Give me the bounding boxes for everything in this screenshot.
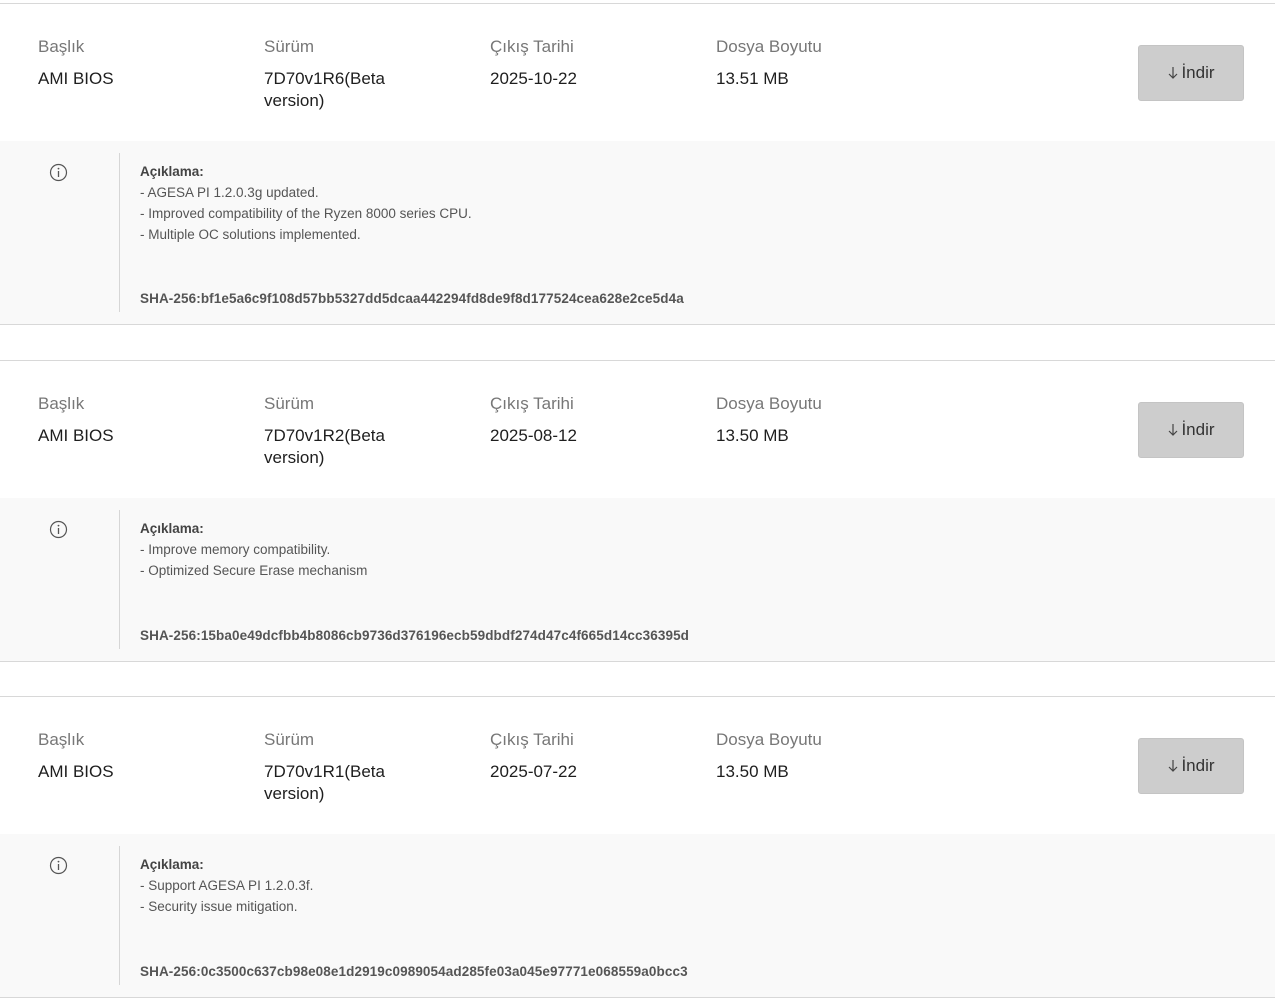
download-label: İndir bbox=[1181, 63, 1215, 82]
note-line: - Multiple OC solutions implemented. bbox=[140, 227, 361, 242]
sha-hash: SHA-256:0c3500c637cb98e08e1d2919c0989054… bbox=[140, 964, 688, 979]
entry-header: Başlık AMI BIOS Sürüm 7D70v1R2(Beta vers… bbox=[0, 361, 1275, 498]
note-line: - Improve memory compatibility. bbox=[140, 542, 331, 557]
title-label: Başlık bbox=[38, 394, 85, 413]
download-label: İndir bbox=[1181, 420, 1215, 439]
version-column: Sürüm 7D70v1R1(Beta version) bbox=[264, 729, 424, 805]
info-circle-icon bbox=[49, 856, 68, 875]
description-text: Açıklama: - AGESA PI 1.2.0.3g updated. -… bbox=[140, 161, 472, 245]
title-value: AMI BIOS bbox=[38, 426, 114, 445]
description-text: Açıklama: - Improve memory compatibility… bbox=[140, 518, 367, 581]
arrow-down-icon bbox=[1169, 67, 1178, 79]
arrow-down-icon bbox=[1169, 760, 1178, 772]
description-label: Açıklama: bbox=[140, 857, 204, 872]
file-size-label: Dosya Boyutu bbox=[716, 394, 822, 413]
version-value: 7D70v1R6(Beta version) bbox=[264, 69, 385, 110]
download-button[interactable]: İndir bbox=[1138, 45, 1244, 101]
download-label: İndir bbox=[1181, 756, 1215, 775]
note-line: - Support AGESA PI 1.2.0.3f. bbox=[140, 878, 314, 893]
file-size-label: Dosya Boyutu bbox=[716, 37, 822, 56]
version-value: 7D70v1R2(Beta version) bbox=[264, 426, 385, 467]
release-date-label: Çıkış Tarihi bbox=[490, 730, 574, 749]
sha-hash: SHA-256:bf1e5a6c9f108d57bb5327dd5dcaa442… bbox=[140, 291, 684, 306]
title-column: Başlık AMI BIOS bbox=[38, 393, 238, 447]
bios-entry: Başlık AMI BIOS Sürüm 7D70v1R1(Beta vers… bbox=[0, 696, 1275, 998]
version-column: Sürüm 7D70v1R2(Beta version) bbox=[264, 393, 424, 469]
size-column: Dosya Boyutu 13.50 MB bbox=[716, 729, 916, 783]
release-date-value: 2025-10-22 bbox=[490, 69, 577, 88]
download-button[interactable]: İndir bbox=[1138, 738, 1244, 794]
divider bbox=[119, 153, 120, 312]
entry-header: Başlık AMI BIOS Sürüm 7D70v1R6(Beta vers… bbox=[0, 4, 1275, 141]
note-line: - AGESA PI 1.2.0.3g updated. bbox=[140, 185, 319, 200]
file-size-label: Dosya Boyutu bbox=[716, 730, 822, 749]
bios-entry: Başlık AMI BIOS Sürüm 7D70v1R2(Beta vers… bbox=[0, 360, 1275, 662]
note-line: - Security issue mitigation. bbox=[140, 899, 298, 914]
description-label: Açıklama: bbox=[140, 521, 204, 536]
divider bbox=[119, 510, 120, 649]
download-button[interactable]: İndir bbox=[1138, 402, 1244, 458]
date-column: Çıkış Tarihi 2025-07-22 bbox=[490, 729, 690, 783]
description-label: Açıklama: bbox=[140, 164, 204, 179]
release-date-label: Çıkış Tarihi bbox=[490, 394, 574, 413]
version-label: Sürüm bbox=[264, 37, 315, 56]
title-value: AMI BIOS bbox=[38, 762, 114, 781]
note-line: - Optimized Secure Erase mechanism bbox=[140, 563, 368, 578]
sha-hash: SHA-256:15ba0e49dcfbb4b8086cb9736d376196… bbox=[140, 628, 690, 643]
description-panel: Açıklama: - Improve memory compatibility… bbox=[0, 498, 1275, 662]
size-column: Dosya Boyutu 13.50 MB bbox=[716, 393, 916, 447]
description-panel: Açıklama: - AGESA PI 1.2.0.3g updated. -… bbox=[0, 141, 1275, 325]
version-column: Sürüm 7D70v1R6(Beta version) bbox=[264, 36, 424, 112]
file-size-value: 13.50 MB bbox=[716, 762, 789, 781]
description-text: Açıklama: - Support AGESA PI 1.2.0.3f. -… bbox=[140, 854, 313, 917]
note-line: - Improved compatibility of the Ryzen 80… bbox=[140, 206, 472, 221]
date-column: Çıkış Tarihi 2025-08-12 bbox=[490, 393, 690, 447]
title-value: AMI BIOS bbox=[38, 69, 114, 88]
info-circle-icon bbox=[49, 520, 68, 539]
version-label: Sürüm bbox=[264, 394, 315, 413]
info-circle-icon bbox=[49, 163, 68, 182]
size-column: Dosya Boyutu 13.51 MB bbox=[716, 36, 916, 90]
description-panel: Açıklama: - Support AGESA PI 1.2.0.3f. -… bbox=[0, 834, 1275, 998]
title-column: Başlık AMI BIOS bbox=[38, 729, 238, 783]
release-date-value: 2025-08-12 bbox=[490, 426, 577, 445]
arrow-down-icon bbox=[1169, 424, 1178, 436]
version-value: 7D70v1R1(Beta version) bbox=[264, 762, 385, 803]
title-label: Başlık bbox=[38, 730, 85, 749]
entry-header: Başlık AMI BIOS Sürüm 7D70v1R1(Beta vers… bbox=[0, 697, 1275, 834]
file-size-value: 13.50 MB bbox=[716, 426, 789, 445]
date-column: Çıkış Tarihi 2025-10-22 bbox=[490, 36, 690, 90]
title-label: Başlık bbox=[38, 37, 85, 56]
version-label: Sürüm bbox=[264, 730, 315, 749]
bios-download-list: Başlık AMI BIOS Sürüm 7D70v1R6(Beta vers… bbox=[0, 0, 1275, 998]
divider bbox=[119, 846, 120, 985]
release-date-value: 2025-07-22 bbox=[490, 762, 577, 781]
release-date-label: Çıkış Tarihi bbox=[490, 37, 574, 56]
file-size-value: 13.51 MB bbox=[716, 69, 789, 88]
bios-entry: Başlık AMI BIOS Sürüm 7D70v1R6(Beta vers… bbox=[0, 3, 1275, 325]
title-column: Başlık AMI BIOS bbox=[38, 36, 238, 90]
